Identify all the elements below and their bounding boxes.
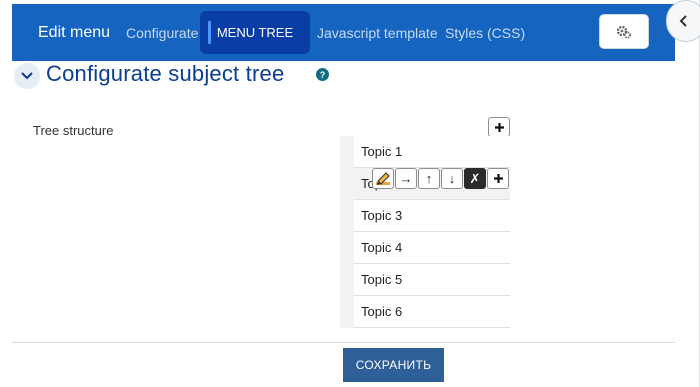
arrow-down-icon: ↓ <box>448 171 456 186</box>
secondary-navigation: Edit menu Configurate MENU TREE Javascri… <box>12 4 675 61</box>
add-child-topic-button[interactable] <box>487 168 509 189</box>
move-up-button[interactable]: ↑ <box>418 168 440 189</box>
move-down-button[interactable]: ↓ <box>441 168 463 189</box>
drawer-toggle-button[interactable] <box>666 0 700 42</box>
arrow-right-icon: → <box>399 171 413 186</box>
tree-structure-label: Tree structure <box>33 123 114 138</box>
help-icon[interactable]: ? <box>316 68 329 81</box>
plus-icon <box>493 174 503 183</box>
save-button[interactable]: СОХРАНИТЬ <box>343 348 444 382</box>
active-tab-indicator <box>208 21 211 44</box>
tree-item-topic-5[interactable]: Topic 5 <box>354 264 510 296</box>
tab-javascript-template[interactable]: Javascript template <box>317 4 438 61</box>
plus-icon <box>494 122 504 132</box>
indent-topic-button[interactable]: → <box>395 168 417 189</box>
tab-styles-css[interactable]: Styles (CSS) <box>445 4 525 61</box>
form-divider <box>12 342 675 343</box>
delete-topic-button[interactable]: ✗ <box>464 168 486 189</box>
delete-x-icon: ✗ <box>469 170 481 186</box>
tab-menu-tree[interactable]: MENU TREE <box>200 11 310 54</box>
chevron-down-icon <box>21 72 33 80</box>
settings-button[interactable] <box>599 14 649 49</box>
pencil-icon <box>376 172 390 185</box>
tree-item-topic-1[interactable]: Topic 1 <box>354 136 510 168</box>
row-actions-toolbar: → ↑ ↓ ✗ <box>372 168 510 190</box>
gears-icon <box>616 25 631 38</box>
collapse-section-button[interactable] <box>14 63 40 89</box>
tree-item-topic-4[interactable]: Topic 4 <box>354 232 510 264</box>
chevron-left-icon <box>679 15 687 27</box>
tree-item-topic-6[interactable]: Topic 6 <box>354 296 510 328</box>
section-title: Configurate subject tree <box>46 61 285 86</box>
arrow-up-icon: ↑ <box>425 171 433 186</box>
tab-configurate[interactable]: Configurate <box>126 4 198 61</box>
edit-topic-button[interactable] <box>372 168 394 189</box>
add-topic-button[interactable] <box>488 117 510 137</box>
edit-menu-title: Edit menu <box>38 23 111 41</box>
tree-item-topic-3[interactable]: Topic 3 <box>354 200 510 232</box>
tab-menu-tree-label: MENU TREE <box>216 25 294 40</box>
